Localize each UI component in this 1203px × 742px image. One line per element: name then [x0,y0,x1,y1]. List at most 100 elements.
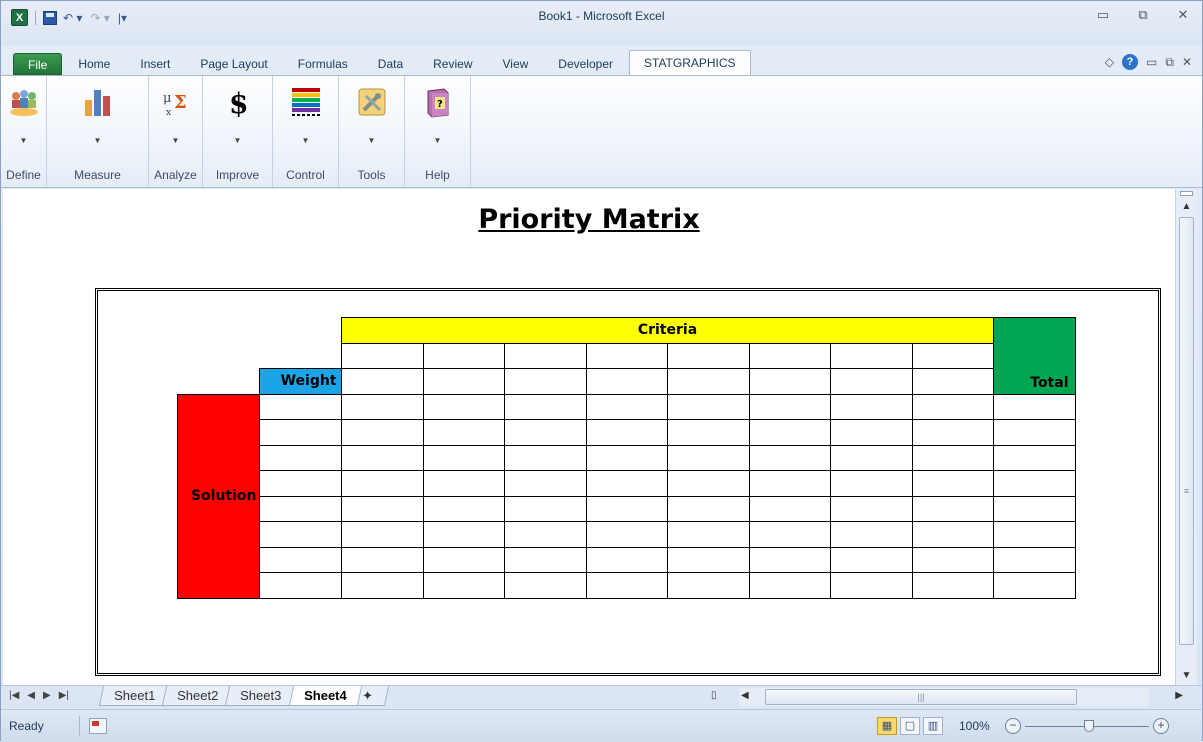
criteria-cell[interactable] [667,368,750,395]
matrix-cell[interactable] [504,572,587,599]
weight-cell[interactable] [259,572,342,599]
matrix-cell[interactable] [830,470,913,497]
horizontal-split-handle[interactable]: ▯ [711,690,717,701]
matrix-cell[interactable] [748,393,831,420]
criteria-cell[interactable] [830,368,913,395]
criteria-cell[interactable] [911,342,994,369]
matrix-cell[interactable] [830,393,913,420]
page-layout-view-button[interactable]: ▢ [900,717,920,735]
matrix-cell[interactable] [667,572,750,599]
matrix-cell[interactable] [341,521,424,548]
matrix-cell[interactable] [585,521,668,548]
matrix-cell[interactable] [585,572,668,599]
sheet-tab-sheet4[interactable]: Sheet4 [288,686,362,706]
criteria-cell[interactable] [667,342,750,369]
matrix-cell[interactable] [911,572,994,599]
matrix-cell[interactable] [341,444,424,471]
horizontal-scroll-thumb[interactable]: ||| [765,689,1077,705]
scroll-up-arrow[interactable]: ▲ [1176,201,1197,212]
weight-cell[interactable] [259,444,342,471]
total-cell[interactable] [993,470,1076,497]
matrix-cell[interactable] [341,495,424,522]
criteria-cell[interactable] [422,368,505,395]
criteria-cell[interactable] [830,342,913,369]
tab-home[interactable]: Home [64,53,124,75]
tab-statgraphics[interactable]: STATGRAPHICS [629,50,751,75]
matrix-cell[interactable] [667,393,750,420]
scroll-left-arrow[interactable]: ◀ [741,690,749,701]
first-sheet-button[interactable]: |◀ [9,690,19,701]
weight-cell[interactable] [259,419,342,446]
matrix-cell[interactable] [748,521,831,548]
zoom-slider-thumb[interactable] [1084,720,1094,732]
group-tools[interactable]: ▼ Tools [339,76,405,187]
sheet-tab-sheet3[interactable]: Sheet3 [225,686,297,706]
criteria-cell[interactable] [504,368,587,395]
group-help[interactable]: ? ▼ Help [405,76,471,187]
matrix-cell[interactable] [504,495,587,522]
help-icon[interactable]: ? [1122,54,1139,70]
close-window-button[interactable]: ✕ [1174,7,1192,23]
matrix-cell[interactable] [667,419,750,446]
weight-cell[interactable] [259,495,342,522]
sheet-tab-sheet1[interactable]: Sheet1 [98,686,171,706]
criteria-cell[interactable] [341,368,424,395]
matrix-cell[interactable] [341,546,424,573]
matrix-cell[interactable] [911,521,994,548]
weight-cell[interactable] [259,393,342,420]
total-cell[interactable] [993,572,1076,599]
matrix-cell[interactable] [911,444,994,471]
zoom-level[interactable]: 100% [959,719,990,733]
matrix-cell[interactable] [911,546,994,573]
matrix-cell[interactable] [422,521,505,548]
matrix-cell[interactable] [585,444,668,471]
zoom-in-button[interactable]: + [1153,718,1169,734]
tab-developer[interactable]: Developer [544,53,627,75]
tab-insert[interactable]: Insert [126,53,184,75]
group-improve[interactable]: $ ▼ Improve [203,76,273,187]
sheet-tab-sheet2[interactable]: Sheet2 [162,686,234,706]
tab-data[interactable]: Data [364,53,417,75]
restore-window-button[interactable]: ⧉ [1134,7,1152,23]
matrix-cell[interactable] [748,444,831,471]
matrix-cell[interactable] [585,393,668,420]
matrix-cell[interactable] [422,572,505,599]
total-cell[interactable] [993,546,1076,573]
next-sheet-button[interactable]: ▶ [43,690,51,701]
criteria-cell[interactable] [341,342,424,369]
matrix-cell[interactable] [748,572,831,599]
normal-view-button[interactable]: ▦ [877,717,897,735]
matrix-cell[interactable] [504,521,587,548]
workbook-close-button[interactable]: ✕ [1182,55,1192,69]
minimize-ribbon-icon[interactable]: ◇ [1105,55,1114,69]
matrix-cell[interactable] [911,495,994,522]
matrix-cell[interactable] [748,419,831,446]
group-analyze[interactable]: μ Σ x ▼ Analyze [149,76,203,187]
page-break-view-button[interactable]: ▥ [923,717,943,735]
matrix-cell[interactable] [422,546,505,573]
tab-formulas[interactable]: Formulas [284,53,362,75]
workbook-minimize-button[interactable]: ▭ [1146,55,1157,69]
matrix-cell[interactable] [422,419,505,446]
criteria-cell[interactable] [911,368,994,395]
matrix-cell[interactable] [341,419,424,446]
matrix-cell[interactable] [748,495,831,522]
scroll-down-arrow[interactable]: ▼ [1176,670,1197,681]
matrix-cell[interactable] [748,546,831,573]
criteria-cell[interactable] [422,342,505,369]
matrix-cell[interactable] [341,572,424,599]
matrix-cell[interactable] [830,521,913,548]
matrix-cell[interactable] [667,495,750,522]
horizontal-scrollbar[interactable]: ◀ ||| ▶ [739,688,1183,706]
prev-sheet-button[interactable]: ◀ [27,690,35,701]
last-sheet-button[interactable]: ▶| [59,690,69,701]
criteria-cell[interactable] [748,368,831,395]
group-control[interactable]: ▼ Control [273,76,339,187]
group-define[interactable]: ▼ Define [1,76,47,187]
matrix-cell[interactable] [830,572,913,599]
vertical-scroll-thumb[interactable]: ≡ [1179,217,1194,645]
matrix-cell[interactable] [667,546,750,573]
tab-review[interactable]: Review [419,53,486,75]
scroll-right-arrow[interactable]: ▶ [1175,690,1183,701]
matrix-cell[interactable] [585,470,668,497]
